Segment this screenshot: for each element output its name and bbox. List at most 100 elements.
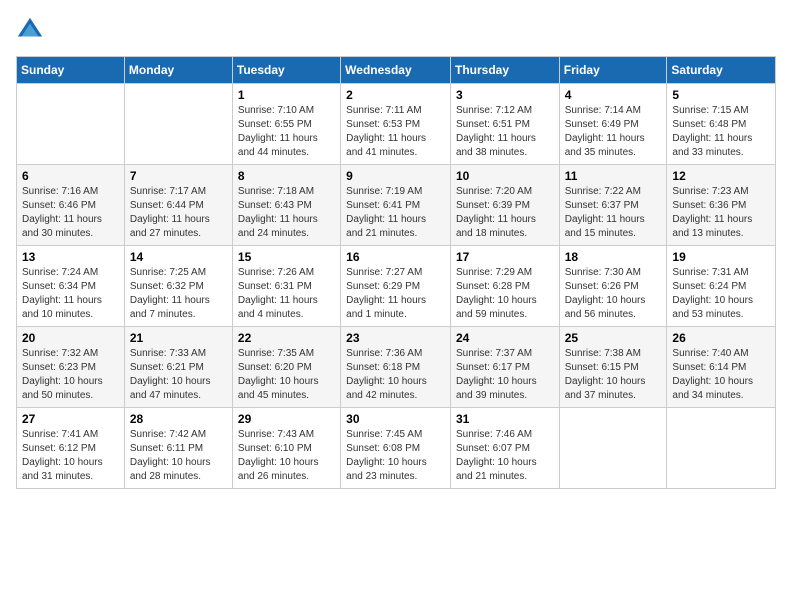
- calendar-cell: 3Sunrise: 7:12 AM Sunset: 6:51 PM Daylig…: [450, 84, 559, 165]
- day-number: 2: [346, 88, 445, 102]
- day-number: 4: [565, 88, 662, 102]
- day-of-week-header: Tuesday: [232, 57, 340, 84]
- day-number: 31: [456, 412, 554, 426]
- day-number: 18: [565, 250, 662, 264]
- calendar-cell: 13 Sunrise: 7:24 AM Sunset: 6:34 PM Dayli…: [17, 246, 125, 327]
- day-of-week-header: Saturday: [667, 57, 776, 84]
- logo: [16, 16, 48, 44]
- day-content: Sunrise: 7:15 AM Sunset: 6:48 PM Dayligh…: [672, 104, 770, 160]
- calendar-cell: 25 Sunrise: 7:38 AM Sunset: 6:15 PM Dayli…: [559, 327, 667, 408]
- day-content: Sunrise: 7:38 AM Sunset: 6:15 PM Dayligh…: [565, 347, 662, 403]
- day-number: 9: [346, 169, 445, 183]
- day-number: 15: [238, 250, 335, 264]
- calendar-cell: 16Sunrise: 7:27 AM Sunset: 6:29 PM Dayli…: [341, 246, 451, 327]
- calendar-cell: 31Sunrise: 7:46 AM Sunset: 6:07 PM Dayli…: [450, 408, 559, 489]
- calendar-cell: [559, 408, 667, 489]
- day-content: Sunrise: 7:25 AM Sunset: 6:32 PM Dayligh…: [130, 266, 227, 322]
- calendar-cell: 27 Sunrise: 7:41 AM Sunset: 6:12 PM Dayli…: [17, 408, 125, 489]
- day-number: 8: [238, 169, 335, 183]
- day-content: Sunrise: 7:43 AM Sunset: 6:10 PM Dayligh…: [238, 428, 335, 484]
- calendar-cell: 24 Sunrise: 7:37 AM Sunset: 6:17 PM Dayli…: [450, 327, 559, 408]
- calendar-cell: 8 Sunrise: 7:18 AM Sunset: 6:43 PM Daylig…: [232, 165, 340, 246]
- day-content: Sunrise: 7:33 AM Sunset: 6:21 PM Dayligh…: [130, 347, 227, 403]
- day-number: 17: [456, 250, 554, 264]
- calendar-week-row: 27 Sunrise: 7:41 AM Sunset: 6:12 PM Dayli…: [17, 408, 776, 489]
- day-content: Sunrise: 7:36 AM Sunset: 6:18 PM Dayligh…: [346, 347, 445, 403]
- day-number: 28: [130, 412, 227, 426]
- calendar-cell: 29 Sunrise: 7:43 AM Sunset: 6:10 PM Dayli…: [232, 408, 340, 489]
- calendar-week-row: 13 Sunrise: 7:24 AM Sunset: 6:34 PM Dayli…: [17, 246, 776, 327]
- calendar-cell: 2Sunrise: 7:11 AM Sunset: 6:53 PM Daylig…: [341, 84, 451, 165]
- day-number: 20: [22, 331, 119, 345]
- day-number: 6: [22, 169, 119, 183]
- day-content: Sunrise: 7:35 AM Sunset: 6:20 PM Dayligh…: [238, 347, 335, 403]
- day-number: 23: [346, 331, 445, 345]
- calendar-cell: 20 Sunrise: 7:32 AM Sunset: 6:23 PM Dayli…: [17, 327, 125, 408]
- day-content: Sunrise: 7:23 AM Sunset: 6:36 PM Dayligh…: [672, 185, 770, 241]
- calendar-cell: 1 Sunrise: 7:10 AM Sunset: 6:55 PM Daylig…: [232, 84, 340, 165]
- day-number: 25: [565, 331, 662, 345]
- day-number: 27: [22, 412, 119, 426]
- day-content: Sunrise: 7:18 AM Sunset: 6:43 PM Dayligh…: [238, 185, 335, 241]
- calendar-cell: 7 Sunrise: 7:17 AM Sunset: 6:44 PM Daylig…: [124, 165, 232, 246]
- day-number: 21: [130, 331, 227, 345]
- day-number: 26: [672, 331, 770, 345]
- day-content: Sunrise: 7:42 AM Sunset: 6:11 PM Dayligh…: [130, 428, 227, 484]
- calendar-cell: 5 Sunrise: 7:15 AM Sunset: 6:48 PM Daylig…: [667, 84, 776, 165]
- day-content: Sunrise: 7:22 AM Sunset: 6:37 PM Dayligh…: [565, 185, 662, 241]
- day-content: Sunrise: 7:45 AM Sunset: 6:08 PM Dayligh…: [346, 428, 445, 484]
- calendar-cell: 12Sunrise: 7:23 AM Sunset: 6:36 PM Dayli…: [667, 165, 776, 246]
- day-content: Sunrise: 7:17 AM Sunset: 6:44 PM Dayligh…: [130, 185, 227, 241]
- day-content: Sunrise: 7:19 AM Sunset: 6:41 PM Dayligh…: [346, 185, 445, 241]
- calendar-table: SundayMondayTuesdayWednesdayThursdayFrid…: [16, 56, 776, 489]
- calendar-cell: 21 Sunrise: 7:33 AM Sunset: 6:21 PM Dayli…: [124, 327, 232, 408]
- calendar-cell: [667, 408, 776, 489]
- day-number: 3: [456, 88, 554, 102]
- day-number: 14: [130, 250, 227, 264]
- calendar-cell: [17, 84, 125, 165]
- day-number: 30: [346, 412, 445, 426]
- day-content: Sunrise: 7:32 AM Sunset: 6:23 PM Dayligh…: [22, 347, 119, 403]
- page-header: [16, 16, 776, 44]
- day-content: Sunrise: 7:20 AM Sunset: 6:39 PM Dayligh…: [456, 185, 554, 241]
- calendar-cell: 10 Sunrise: 7:20 AM Sunset: 6:39 PM Dayli…: [450, 165, 559, 246]
- day-of-week-header: Friday: [559, 57, 667, 84]
- day-content: Sunrise: 7:40 AM Sunset: 6:14 PM Dayligh…: [672, 347, 770, 403]
- day-number: 13: [22, 250, 119, 264]
- day-content: Sunrise: 7:10 AM Sunset: 6:55 PM Dayligh…: [238, 104, 335, 160]
- calendar-cell: 11Sunrise: 7:22 AM Sunset: 6:37 PM Dayli…: [559, 165, 667, 246]
- calendar-cell: 15 Sunrise: 7:26 AM Sunset: 6:31 PM Dayli…: [232, 246, 340, 327]
- calendar-cell: [124, 84, 232, 165]
- day-of-week-header: Monday: [124, 57, 232, 84]
- calendar-cell: 6 Sunrise: 7:16 AM Sunset: 6:46 PM Daylig…: [17, 165, 125, 246]
- logo-icon: [16, 16, 44, 44]
- day-content: Sunrise: 7:29 AM Sunset: 6:28 PM Dayligh…: [456, 266, 554, 322]
- day-content: Sunrise: 7:27 AM Sunset: 6:29 PM Dayligh…: [346, 266, 445, 322]
- calendar-cell: 19Sunrise: 7:31 AM Sunset: 6:24 PM Dayli…: [667, 246, 776, 327]
- calendar-cell: 17 Sunrise: 7:29 AM Sunset: 6:28 PM Dayli…: [450, 246, 559, 327]
- calendar-cell: 22 Sunrise: 7:35 AM Sunset: 6:20 PM Dayli…: [232, 327, 340, 408]
- day-number: 24: [456, 331, 554, 345]
- day-number: 7: [130, 169, 227, 183]
- calendar-cell: 23 Sunrise: 7:36 AM Sunset: 6:18 PM Dayli…: [341, 327, 451, 408]
- day-number: 22: [238, 331, 335, 345]
- calendar-cell: 28 Sunrise: 7:42 AM Sunset: 6:11 PM Dayli…: [124, 408, 232, 489]
- day-of-week-header: Wednesday: [341, 57, 451, 84]
- day-number: 10: [456, 169, 554, 183]
- day-content: Sunrise: 7:41 AM Sunset: 6:12 PM Dayligh…: [22, 428, 119, 484]
- calendar-header-row: SundayMondayTuesdayWednesdayThursdayFrid…: [17, 57, 776, 84]
- day-content: Sunrise: 7:31 AM Sunset: 6:24 PM Dayligh…: [672, 266, 770, 322]
- day-content: Sunrise: 7:37 AM Sunset: 6:17 PM Dayligh…: [456, 347, 554, 403]
- calendar-week-row: 20 Sunrise: 7:32 AM Sunset: 6:23 PM Dayli…: [17, 327, 776, 408]
- day-number: 29: [238, 412, 335, 426]
- calendar-cell: 26 Sunrise: 7:40 AM Sunset: 6:14 PM Dayli…: [667, 327, 776, 408]
- calendar-cell: 9 Sunrise: 7:19 AM Sunset: 6:41 PM Daylig…: [341, 165, 451, 246]
- calendar-week-row: 1 Sunrise: 7:10 AM Sunset: 6:55 PM Daylig…: [17, 84, 776, 165]
- calendar-week-row: 6 Sunrise: 7:16 AM Sunset: 6:46 PM Daylig…: [17, 165, 776, 246]
- day-number: 1: [238, 88, 335, 102]
- day-content: Sunrise: 7:16 AM Sunset: 6:46 PM Dayligh…: [22, 185, 119, 241]
- day-content: Sunrise: 7:24 AM Sunset: 6:34 PM Dayligh…: [22, 266, 119, 322]
- day-of-week-header: Thursday: [450, 57, 559, 84]
- day-number: 5: [672, 88, 770, 102]
- day-content: Sunrise: 7:26 AM Sunset: 6:31 PM Dayligh…: [238, 266, 335, 322]
